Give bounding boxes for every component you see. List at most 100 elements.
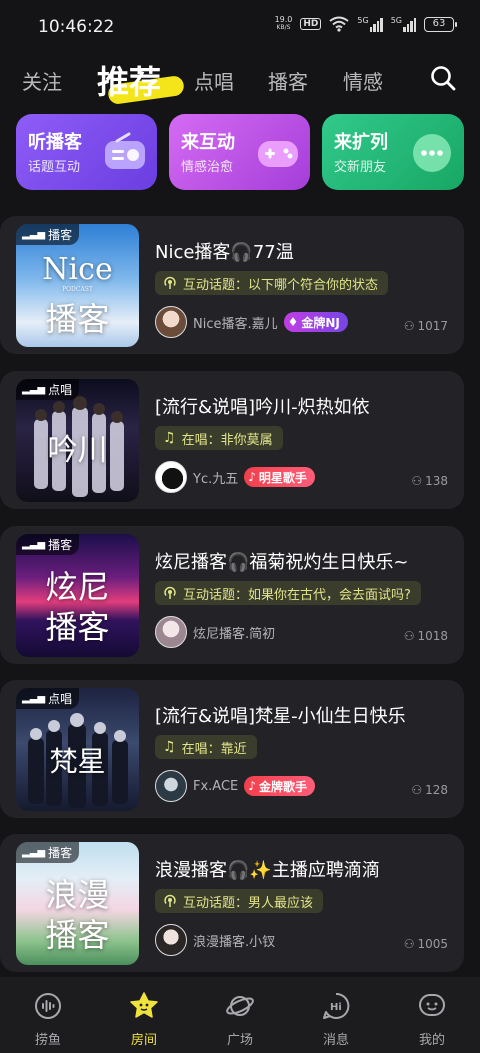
room-tag-label: 点唱 — [48, 692, 73, 706]
room-host: Fx.ACE ♪ 金牌歌手 — [155, 770, 315, 802]
room-tag: ▂▃▅ 点唱 — [16, 688, 80, 709]
nav-rooms[interactable]: 房间 — [114, 991, 174, 1048]
hi-bubble-icon: Hi — [323, 992, 350, 1019]
search-icon[interactable] — [430, 65, 456, 91]
room-card[interactable]: ▂▃▅ 点唱 吟川 [流行&说唱]吟川-炽热如依 ♫ 在唱：非你莫属 Yc.九五 … — [0, 371, 464, 509]
room-title: [流行&说唱]梵星-小仙生日快乐 — [155, 706, 406, 727]
net-speed-value: 19.0 — [274, 15, 293, 24]
room-topic-text: 互动话题：以下哪个符合你的状态 — [183, 277, 379, 293]
people-icon: ⚇ — [403, 629, 415, 643]
top-tab-bar: 关注 推荐 点唱 播客 情感 — [0, 54, 480, 106]
sig2-label: 5G — [390, 16, 402, 25]
quick-title: 来互动 — [181, 132, 235, 153]
quick-entry-make-friends[interactable]: 来扩列 交新朋友 — [322, 114, 464, 190]
planet-icon — [226, 996, 254, 1016]
nav-messages[interactable]: Hi 消息 — [306, 991, 366, 1048]
room-tag: ▂▃▅ 播客 — [16, 534, 80, 555]
host-name: Yc.九五 — [193, 471, 239, 487]
mic-icon: ♪ — [248, 779, 256, 793]
net-speed-unit: KB/S — [276, 24, 291, 31]
count-value: 128 — [425, 783, 448, 797]
listener-count: ⚇ 128 — [411, 783, 448, 797]
people-icon: ⚇ — [411, 474, 423, 488]
room-title: [流行&说唱]吟川-炽热如依 — [155, 397, 370, 418]
tab-follow[interactable]: 关注 — [22, 66, 62, 95]
room-card[interactable]: ▂▃▅ 点唱 梵星 [流行&说唱]梵星-小仙生日快乐 ♫ 在唱：靠近 Fx.ACE… — [0, 680, 464, 818]
nav-plaza[interactable]: 广场 — [210, 991, 270, 1048]
quick-entry-listen-podcast[interactable]: 听播客 话题互动 — [16, 114, 157, 190]
star-singer-badge: ♪ 明星歌手 — [244, 467, 315, 487]
cover-title: Nice — [42, 252, 113, 287]
cover-title-2: 播客 — [45, 300, 110, 338]
podcast-icon — [164, 894, 176, 907]
room-host: Nice播客.嘉儿 ♦ 金牌NJ — [155, 306, 348, 338]
room-title: 浪漫播客🎧✨主播应聘滴滴 — [155, 860, 380, 881]
gem-icon: ♦ — [287, 315, 299, 329]
signal-bars-icon: ▂▃▅ — [22, 847, 46, 858]
room-cover: ▂▃▅ 点唱 梵星 — [16, 688, 139, 811]
signal-bars-icon: ▂▃▅ — [22, 539, 46, 550]
room-tag: ▂▃▅ 播客 — [16, 224, 80, 245]
nav-fish[interactable]: 捞鱼 — [18, 991, 78, 1048]
room-topic-text: 互动话题：男人最应该 — [183, 895, 314, 911]
podcast-icon — [164, 586, 176, 599]
room-topic-text: 在唱：靠近 — [181, 741, 247, 757]
badge-label: 金牌NJ — [301, 315, 340, 330]
room-topic: 互动话题：男人最应该 — [155, 889, 324, 913]
gold-nj-badge: ♦ 金牌NJ — [283, 312, 348, 332]
room-cover: ▂▃▅ 播客 浪漫 播客 — [16, 842, 139, 965]
avatar[interactable] — [155, 924, 187, 956]
room-tag-label: 播客 — [48, 228, 73, 242]
signal-bars-icon: ▂▃▅ — [22, 229, 46, 240]
nav-me[interactable]: 我的 — [402, 991, 462, 1048]
people-icon: ⚇ — [403, 319, 415, 333]
sound-wave-icon — [35, 993, 61, 1019]
badge-label: 金牌歌手 — [258, 779, 307, 794]
nav-label: 广场 — [226, 1033, 253, 1048]
nav-label: 消息 — [322, 1033, 349, 1048]
avatar[interactable] — [155, 306, 187, 338]
avatar[interactable] — [155, 461, 187, 493]
people-icon: ⚇ — [411, 783, 423, 797]
room-host: 浪漫播客.小钗 — [155, 924, 275, 956]
smile-bubble-icon — [419, 994, 445, 1016]
signal-5g-icon-1: 5G — [357, 16, 383, 32]
room-cover: ▂▃▅ 点唱 吟川 — [16, 379, 139, 502]
tab-song-request[interactable]: 点唱 — [194, 66, 234, 95]
room-title: Nice播客🎧77温 — [155, 242, 294, 263]
room-cover: ▂▃▅ 播客 Nice PODCAST 播客 — [16, 224, 139, 347]
avatar[interactable] — [155, 770, 187, 802]
tab-podcast[interactable]: 播客 — [268, 66, 308, 95]
battery-icon: 63 — [424, 16, 457, 32]
cover-subtitle: PODCAST — [62, 286, 93, 293]
mic-icon: ♪ — [248, 470, 256, 484]
tab-emotion[interactable]: 情感 — [343, 66, 383, 95]
quick-subtitle: 交新朋友 — [334, 160, 387, 175]
count-value: 138 — [425, 474, 448, 488]
chat-bubble-icon — [413, 134, 451, 172]
listener-count: ⚇ 1017 — [404, 319, 448, 333]
status-bar: 10:46:22 19.0 KB/S HD 5G 5G 63 — [0, 0, 480, 54]
room-tag: ▂▃▅ 播客 — [16, 842, 80, 863]
avatar[interactable] — [155, 616, 187, 648]
cover-title-2: 播客 — [45, 916, 110, 954]
host-name: 浪漫播客.小钗 — [193, 934, 276, 950]
room-card[interactable]: ▂▃▅ 播客 Nice PODCAST 播客 Nice播客🎧77温 互动话题：以下… — [0, 216, 464, 354]
room-card[interactable]: ▂▃▅ 播客 浪漫 播客 浪漫播客🎧✨主播应聘滴滴 互动话题：男人最应该 浪漫播客… — [0, 834, 464, 972]
quick-entry-interact[interactable]: 来互动 情感治愈 — [169, 114, 310, 190]
gold-singer-badge: ♪ 金牌歌手 — [244, 776, 315, 796]
room-cover: ▂▃▅ 播客 炫尼 播客 — [16, 534, 139, 657]
wifi-icon — [329, 16, 350, 32]
room-card[interactable]: ▂▃▅ 播客 炫尼 播客 炫尼播客🎧福菊祝灼生日快乐~ 互动话题：如果你在古代，会… — [0, 526, 464, 664]
status-icons: 19.0 KB/S HD 5G 5G 63 — [274, 15, 457, 32]
room-topic: ♫ 在唱：靠近 — [155, 735, 257, 759]
room-tag-label: 播客 — [48, 846, 73, 860]
room-topic: 互动话题：以下哪个符合你的状态 — [155, 271, 389, 295]
people-icon: ⚇ — [403, 937, 415, 951]
signal-bars-icon: ▂▃▅ — [22, 384, 46, 395]
room-topic: 互动话题：如果你在古代，会去面试吗? — [155, 581, 421, 605]
count-value: 1017 — [417, 319, 448, 333]
count-value: 1018 — [417, 629, 448, 643]
tab-recommend[interactable]: 推荐 — [97, 57, 161, 103]
count-value: 1005 — [417, 937, 448, 951]
